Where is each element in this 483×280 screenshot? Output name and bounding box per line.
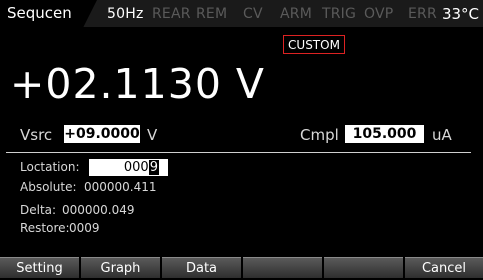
trig-indicator: TRIG [322,6,357,22]
restore-value: 0009 [69,221,100,235]
softkey-setting[interactable]: Setting [0,257,79,278]
softkey-blank-2[interactable] [324,257,403,278]
cmpl-label: Cmpl [300,126,339,144]
location-cursor: 9 [148,160,159,175]
softkey-data[interactable]: Data [162,257,241,278]
divider [6,152,471,153]
vsrc-unit: V [147,126,158,144]
softkey-bar: Setting Graph Data Cancel [0,257,483,278]
arm-indicator: ARM [280,6,312,22]
main-reading: +02.1130 V [10,60,265,108]
mode-label: Sequcen [7,4,72,22]
err-indicator: ERR [408,6,437,22]
location-field[interactable]: 0009 [89,159,168,176]
frequency-indicator: 50Hz [107,6,144,22]
cv-indicator: CV [243,6,263,22]
ovp-indicator: OVP [364,6,394,22]
location-label: Loctation: [20,160,80,174]
delta-label: Delta: [20,203,57,217]
rem-indicator: REM [196,6,228,22]
status-bar: Sequcen 50Hz REAR REM CV ARM TRIG OVP ER… [0,0,483,27]
restore-label: Restore: [20,221,70,235]
softkey-blank-1[interactable] [243,257,322,278]
cmpl-field[interactable]: 105.000 [345,125,424,143]
location-value: 000 [123,160,149,175]
absolute-value: 000000.411 [84,180,157,194]
vsrc-field[interactable]: +09.0000 [64,125,140,143]
softkey-graph[interactable]: Graph [81,257,160,278]
delta-value: 000000.049 [62,203,135,217]
mode-tab[interactable]: Sequcen [0,0,97,27]
rear-indicator: REAR [152,6,191,22]
custom-tag: CUSTOM [283,35,345,54]
temperature-readout: 33°C [441,5,479,23]
cmpl-unit: uA [432,126,452,144]
softkey-cancel[interactable]: Cancel [405,257,483,278]
absolute-label: Absolute: [20,180,77,194]
vsrc-label: Vsrc [20,126,53,144]
